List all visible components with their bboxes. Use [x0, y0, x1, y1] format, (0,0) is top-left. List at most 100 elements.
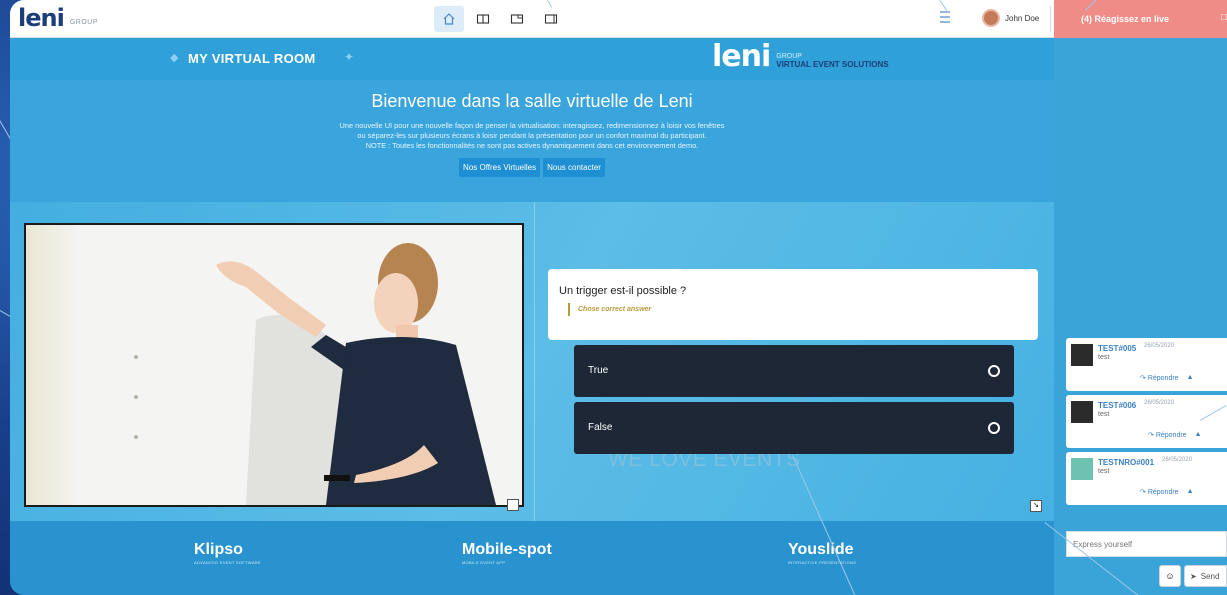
chat-comment: TEST#005 26/05/2020 test ↷ Répondre ▲	[1066, 338, 1227, 391]
home-icon	[443, 13, 455, 25]
like-icon[interactable]: ▲	[1187, 374, 1194, 382]
reply-button[interactable]: ↷ Répondre	[1140, 488, 1179, 496]
live-chat-panel: (4) Réagissez en live □ TEST#005 26/05/2…	[1054, 0, 1227, 595]
sponsor-bar: Klipso ADVANCED EVENT SOFTWARE Mobile-sp…	[10, 521, 1054, 595]
emoji-icon: ☺	[1165, 571, 1175, 581]
comment-avatar	[1071, 401, 1093, 423]
comment-text: test	[1098, 411, 1110, 418]
chat-comment: TEST#006 26/05/2020 test ↷ Répondre ▲	[1066, 395, 1227, 448]
comment-user: TEST#006	[1098, 401, 1137, 410]
brand-logo: leni GROUP VIRTUAL EVENT SOLUTIONS	[712, 42, 889, 72]
logo-group-tag: GROUP	[69, 19, 98, 26]
room-icon: ◆	[170, 52, 179, 64]
comment-avatar	[1071, 344, 1093, 366]
stage-expand-button[interactable]: ↘	[1030, 500, 1042, 512]
sponsor-logo-klipso[interactable]: Klipso ADVANCED EVENT SOFTWARE	[194, 541, 261, 565]
quiz-hint: Chose correct answer	[568, 303, 651, 316]
video-expand-button[interactable]	[507, 499, 519, 511]
user-avatar	[982, 9, 1000, 27]
divider	[1050, 6, 1051, 32]
layout-switcher	[434, 6, 566, 32]
sponsor-name: Klipso	[194, 541, 243, 558]
quiz-question-card: Un trigger est-il possible ? Chose corre…	[548, 269, 1038, 340]
comment-actions: ↷ Répondre ▲	[1148, 431, 1202, 439]
home-layout-button[interactable]	[434, 6, 464, 32]
sponsor-subtitle: MOBILE EVENT APP	[462, 560, 506, 565]
reply-label: Répondre	[1155, 432, 1187, 439]
brand-group: GROUP	[776, 53, 802, 60]
video-player[interactable]	[24, 223, 524, 507]
quiz-question: Un trigger est-il possible ?	[559, 285, 687, 297]
answer-option-true[interactable]: True	[574, 345, 1014, 397]
like-icon[interactable]: ▲	[1187, 488, 1194, 496]
comment-avatar	[1071, 458, 1093, 480]
welcome-section: Bienvenue dans la salle virtuelle de Len…	[10, 80, 1054, 202]
reply-label: Répondre	[1147, 375, 1179, 382]
split-view-button[interactable]	[468, 6, 498, 32]
welcome-line: Une nouvelle UI pour une nouvelle façon …	[339, 121, 725, 130]
welcome-line: ou séparez-les sur plusieurs écrans à lo…	[357, 131, 707, 140]
presenter-video-frame	[134, 243, 496, 505]
user-menu[interactable]: John Doe	[982, 9, 1039, 27]
emoji-button[interactable]: ☺	[1159, 565, 1181, 587]
sponsor-subtitle: INTERACTIVE PRESENTATIONS	[788, 560, 857, 565]
reply-label: Répondre	[1147, 489, 1179, 496]
welcome-description: Une nouvelle UI pour une nouvelle façon …	[242, 121, 822, 151]
external-window-icon[interactable]: □	[1221, 12, 1227, 23]
comment-date: 26/05/2020	[1144, 400, 1175, 406]
comment-date: 26/05/2020	[1162, 457, 1193, 463]
radio-icon	[988, 365, 1000, 377]
menu-icon	[940, 11, 950, 23]
pane-divider[interactable]	[534, 202, 535, 521]
send-icon: ➤	[1190, 571, 1197, 581]
single-view-icon	[544, 14, 558, 24]
answer-label: False	[588, 422, 613, 433]
sponsor-logo-youslide[interactable]: Youslide INTERACTIVE PRESENTATIONS	[788, 541, 856, 565]
sponsor-subtitle: ADVANCED EVENT SOFTWARE	[194, 560, 261, 565]
logo-wordmark: leni	[18, 4, 65, 32]
reply-button[interactable]: ↷ Répondre	[1148, 431, 1187, 439]
answer-label: True	[588, 365, 609, 376]
split-view-icon	[476, 14, 490, 24]
reply-button[interactable]: ↷ Répondre	[1140, 374, 1179, 382]
live-reactions-header[interactable]: (4) Réagissez en live □	[1054, 0, 1227, 38]
offers-button[interactable]: Nos Offres Virtuelles	[459, 158, 541, 177]
sponsor-name: Mobile-spot	[462, 541, 552, 558]
presentation-stage: WE LOVE EVENTS Un trigger est-il possibl…	[10, 202, 1054, 521]
comment-actions: ↷ Répondre ▲	[1140, 488, 1194, 496]
presentation-view-button[interactable]	[502, 6, 532, 32]
welcome-title: Bienvenue dans la salle virtuelle de Len…	[371, 91, 693, 111]
presentation-icon	[510, 14, 524, 24]
live-reactions-label: (4) Réagissez en live	[1081, 14, 1170, 24]
cta-row: Nos Offres Virtuelles Nous contacter	[10, 158, 1054, 177]
user-name: John Doe	[1005, 13, 1040, 23]
answer-option-false[interactable]: False	[574, 402, 1014, 454]
comment-text: test	[1098, 354, 1110, 361]
comment-text: test	[1098, 468, 1110, 475]
comment-actions: ↷ Répondre ▲	[1140, 374, 1194, 382]
chat-input[interactable]	[1066, 531, 1227, 557]
contact-button[interactable]: Nous contacter	[543, 158, 605, 177]
send-label: Send	[1200, 571, 1220, 581]
brand-wordmark: leni	[712, 39, 771, 74]
like-icon[interactable]: ▲	[1195, 431, 1202, 439]
single-view-button[interactable]	[536, 6, 566, 32]
sponsor-name: Youslide	[788, 541, 854, 558]
room-title: MY VIRTUAL ROOM	[188, 51, 316, 66]
room-header: ◆ MY VIRTUAL ROOM ✦ leni GROUP VIRTUAL E…	[10, 38, 1054, 80]
comment-date: 26/05/2020	[1144, 343, 1175, 349]
hamburger-menu-button[interactable]	[938, 9, 952, 30]
leni-logo[interactable]: leni GROUP	[18, 6, 98, 30]
app-window: leni GROUP John Doe ◆ MY VIRTUAL ROOM ✦ …	[10, 0, 1227, 595]
sponsor-logo-mobile-spot[interactable]: Mobile-spot MOBILE EVENT APP	[462, 541, 552, 565]
comment-user: TEST#005	[1098, 344, 1137, 353]
brand-tagline: VIRTUAL EVENT SOLUTIONS	[776, 60, 889, 69]
radio-icon	[988, 422, 1000, 434]
welcome-line: NOTE : Toutes les fonctionnalités ne son…	[365, 141, 699, 150]
send-button[interactable]: ➤ Send	[1184, 565, 1227, 587]
top-bar: leni GROUP John Doe	[10, 0, 1054, 38]
sparkle-icon: ✦	[344, 50, 355, 64]
chat-comment: TESTNRO#001 26/05/2020 test ↷ Répondre ▲	[1066, 452, 1227, 505]
comment-user: TESTNRO#001	[1098, 458, 1155, 467]
brand-subtitle: GROUP VIRTUAL EVENT SOLUTIONS	[776, 53, 888, 69]
